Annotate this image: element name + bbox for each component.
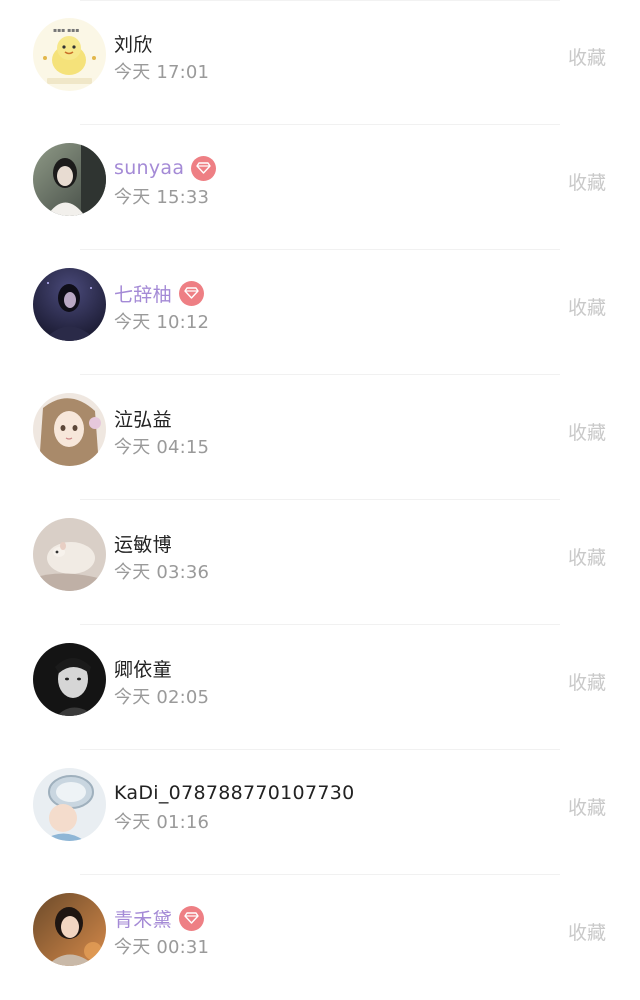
- avatar[interactable]: [33, 518, 106, 591]
- name-line: 刘欣: [114, 28, 153, 58]
- timestamp: 今天 03:36: [114, 562, 210, 583]
- user-name[interactable]: KaDi_078788770107730: [114, 782, 355, 804]
- name-line: 青禾黛: [114, 903, 204, 933]
- name-line: sunyaa: [114, 153, 217, 183]
- user-name[interactable]: 青禾黛: [114, 905, 172, 932]
- user-name[interactable]: 七辞柚: [114, 280, 172, 307]
- avatar[interactable]: ▪▪▪ ▪▪▪: [33, 18, 106, 91]
- avatar[interactable]: [33, 268, 106, 341]
- collect-button[interactable]: 收藏: [568, 543, 606, 570]
- list-item[interactable]: ▪▪▪ ▪▪▪ 刘欣 今天 17:01 收藏: [0, 0, 640, 125]
- name-line: 七辞柚: [114, 278, 204, 308]
- collect-button[interactable]: 收藏: [568, 168, 606, 195]
- timestamp: 今天 00:31: [114, 937, 210, 958]
- vip-diamond-icon: [191, 155, 217, 181]
- timestamp: 今天 17:01: [114, 62, 210, 83]
- timestamp: 今天 02:05: [114, 687, 210, 708]
- vip-diamond-icon: [178, 280, 204, 306]
- avatar[interactable]: [33, 143, 106, 216]
- name-line: KaDi_078788770107730: [114, 778, 355, 808]
- avatar[interactable]: [33, 768, 106, 841]
- user-list: ▪▪▪ ▪▪▪ 刘欣 今天 17:01 收藏 sunyaa 今天 15:33 收…: [0, 0, 640, 1000]
- vip-diamond-icon: [178, 905, 204, 931]
- svg-text:▪▪▪ ▪▪▪: ▪▪▪ ▪▪▪: [53, 27, 79, 34]
- timestamp: 今天 04:15: [114, 437, 210, 458]
- timestamp: 今天 01:16: [114, 812, 210, 833]
- user-name[interactable]: sunyaa: [114, 157, 184, 179]
- name-line: 运敏博: [114, 528, 172, 558]
- name-line: 泣弘益: [114, 403, 172, 433]
- collect-button[interactable]: 收藏: [568, 793, 606, 820]
- avatar[interactable]: [33, 393, 106, 466]
- list-item[interactable]: 泣弘益 今天 04:15 收藏: [0, 375, 640, 500]
- collect-button[interactable]: 收藏: [568, 43, 606, 70]
- collect-button[interactable]: 收藏: [568, 668, 606, 695]
- user-name[interactable]: 运敏博: [114, 530, 172, 557]
- list-item[interactable]: sunyaa 今天 15:33 收藏: [0, 125, 640, 250]
- user-name[interactable]: 卿依童: [114, 655, 172, 682]
- list-item[interactable]: 卿依童 今天 02:05 收藏: [0, 625, 640, 750]
- avatar[interactable]: [33, 893, 106, 966]
- list-item[interactable]: 运敏博 今天 03:36 收藏: [0, 500, 640, 625]
- list-item[interactable]: KaDi_078788770107730 今天 01:16 收藏: [0, 750, 640, 875]
- timestamp: 今天 10:12: [114, 312, 210, 333]
- list-item[interactable]: 青禾黛 今天 00:31 收藏: [0, 875, 640, 1000]
- avatar[interactable]: [33, 643, 106, 716]
- user-name[interactable]: 刘欣: [114, 30, 153, 57]
- list-item[interactable]: 七辞柚 今天 10:12 收藏: [0, 250, 640, 375]
- user-name[interactable]: 泣弘益: [114, 405, 172, 432]
- collect-button[interactable]: 收藏: [568, 918, 606, 945]
- name-line: 卿依童: [114, 653, 172, 683]
- collect-button[interactable]: 收藏: [568, 418, 606, 445]
- timestamp: 今天 15:33: [114, 187, 210, 208]
- collect-button[interactable]: 收藏: [568, 293, 606, 320]
